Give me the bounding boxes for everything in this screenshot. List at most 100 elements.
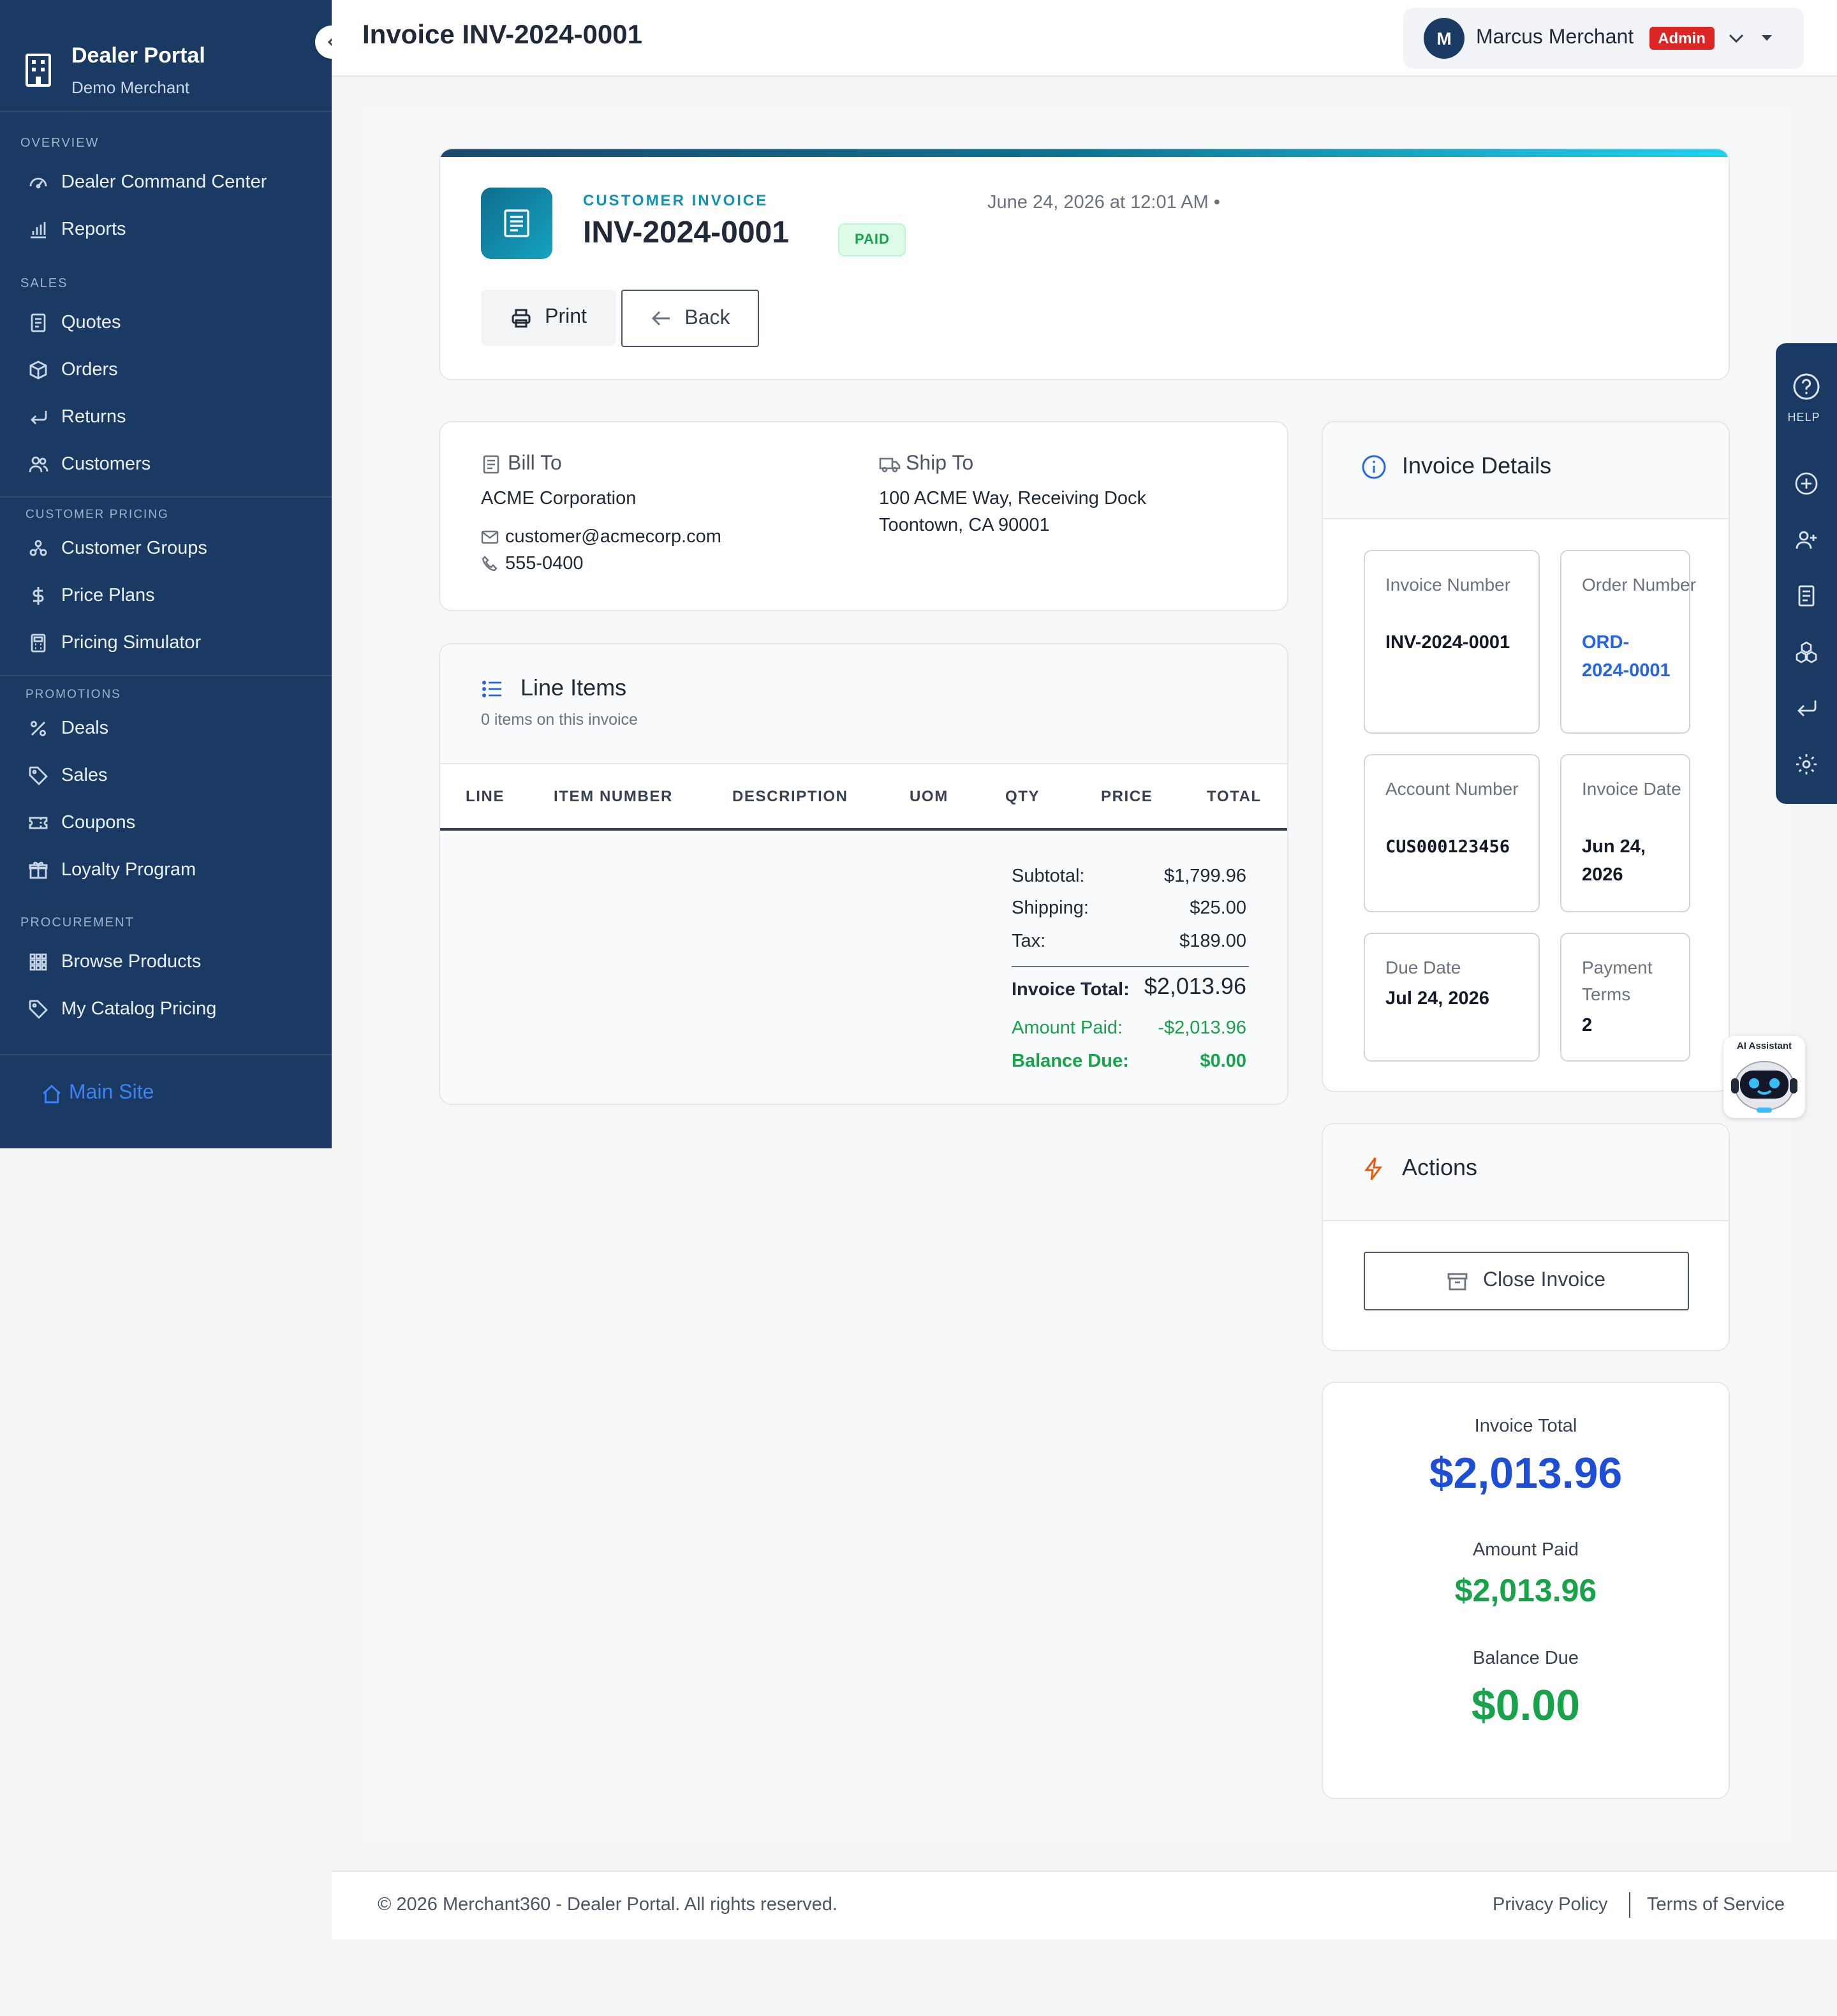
sidebar-item-reports[interactable]: Reports bbox=[28, 219, 126, 240]
invoice-total-value: $2,013.96 bbox=[1144, 974, 1246, 999]
help-label: HELP bbox=[1787, 411, 1820, 424]
sidebar-item-label: Returns bbox=[61, 407, 126, 427]
sidebar-item-deals[interactable]: Deals bbox=[28, 718, 108, 739]
privacy-policy-link[interactable]: Privacy Policy bbox=[1493, 1895, 1608, 1915]
sidebar-item-label: Browse Products bbox=[61, 952, 202, 972]
back-label: Back bbox=[684, 307, 730, 329]
invoice-summary-card: Invoice Total $2,013.96 Amount Paid $2,0… bbox=[1322, 1382, 1730, 1799]
subtotal-label: Subtotal: bbox=[1012, 866, 1085, 887]
brand-subtitle: Demo Merchant bbox=[71, 77, 189, 96]
sidebar-item-sales[interactable]: Sales bbox=[28, 766, 108, 786]
detail-value: Jun 24, 2026 bbox=[1582, 837, 1646, 885]
sidebar-item-label: Customers bbox=[61, 454, 151, 475]
sidebar-item-label: Customer Groups bbox=[61, 538, 207, 559]
line-items-title: Line Items bbox=[481, 675, 626, 702]
building-icon bbox=[23, 50, 54, 89]
close-invoice-button[interactable]: Close Invoice bbox=[1364, 1252, 1689, 1310]
topbar: Invoice INV-2024-0001 M Marcus Merchant … bbox=[332, 0, 1837, 77]
actions-title: Actions bbox=[1361, 1155, 1477, 1182]
gear-icon[interactable] bbox=[1795, 753, 1818, 776]
sidebar-item-label: Reports bbox=[61, 219, 126, 240]
nav-divider bbox=[0, 496, 332, 498]
truck-icon bbox=[879, 454, 901, 475]
summary-paid-value: $2,013.96 bbox=[1454, 1573, 1597, 1609]
accent-bar bbox=[440, 149, 1729, 157]
return-arrow-icon[interactable] bbox=[1795, 697, 1818, 720]
detail-value: INV-2024-0001 bbox=[1385, 633, 1510, 653]
sidebar-item-label: My Catalog Pricing bbox=[61, 999, 217, 1019]
subtotal-value: $1,799.96 bbox=[1163, 866, 1246, 887]
phone-icon bbox=[481, 555, 499, 573]
app-root: Dealer Portal Demo Merchant OVERVIEW Dea… bbox=[0, 0, 1837, 2016]
detail-label: Due Date bbox=[1385, 957, 1461, 977]
order-number-link[interactable]: ORD-2024-0001 bbox=[1582, 630, 1674, 685]
line-items-count: 0 items on this invoice bbox=[481, 711, 638, 729]
sidebar-item-coupons[interactable]: Coupons bbox=[28, 813, 135, 833]
plus-circle-icon[interactable] bbox=[1795, 472, 1818, 495]
ai-assistant-label: AI Assistant bbox=[1736, 1040, 1792, 1051]
page-title: Invoice INV-2024-0001 bbox=[362, 20, 642, 50]
line-items-card: Line Items 0 items on this invoice LINE … bbox=[439, 643, 1288, 1105]
ticket-icon bbox=[28, 813, 48, 833]
detail-value: 2 bbox=[1582, 1016, 1593, 1036]
column-header-item-number: ITEM NUMBER bbox=[554, 787, 673, 805]
envelope-icon bbox=[481, 528, 499, 546]
bill-to-company: ACME Corporation bbox=[481, 489, 637, 509]
avatar: M bbox=[1424, 18, 1464, 59]
boxes-icon[interactable] bbox=[1795, 641, 1818, 663]
nav-section-procurement: PROCUREMENT bbox=[20, 916, 135, 930]
help-rail: HELP bbox=[1776, 343, 1837, 804]
detail-label: Invoice Number bbox=[1385, 574, 1511, 595]
sidebar-item-catalog-pricing[interactable]: My Catalog Pricing bbox=[28, 999, 216, 1019]
percent-icon bbox=[28, 718, 48, 739]
nav-section-overview: OVERVIEW bbox=[20, 137, 100, 151]
terms-of-service-link[interactable]: Terms of Service bbox=[1647, 1895, 1785, 1915]
user-menu[interactable]: M Marcus Merchant Admin bbox=[1403, 8, 1804, 69]
column-header-qty: QTY bbox=[1005, 787, 1040, 805]
sidebar-item-command-center[interactable]: Dealer Command Center bbox=[28, 172, 267, 193]
print-button[interactable]: Print bbox=[481, 290, 616, 346]
amount-paid-label: Amount Paid: bbox=[1012, 1018, 1123, 1039]
detail-invoice-date: Invoice Date Jun 24, 2026 bbox=[1560, 754, 1690, 912]
sidebar-item-customer-groups[interactable]: Customer Groups bbox=[28, 538, 207, 559]
receipt-icon bbox=[481, 454, 501, 475]
tax-label: Tax: bbox=[1012, 931, 1046, 952]
brand: Dealer Portal Demo Merchant bbox=[0, 0, 332, 112]
sidebar-item-pricing-simulator[interactable]: Pricing Simulator bbox=[28, 633, 201, 653]
main-site-link[interactable]: Main Site bbox=[41, 1082, 154, 1105]
sidebar-item-orders[interactable]: Orders bbox=[28, 360, 118, 380]
add-user-icon[interactable] bbox=[1795, 528, 1818, 551]
detail-order-number: Order Number ORD-2024-0001 bbox=[1560, 550, 1696, 734]
document-icon bbox=[28, 313, 48, 333]
document-icon[interactable] bbox=[1795, 584, 1818, 607]
detail-label: Account Number bbox=[1385, 778, 1519, 799]
column-header-uom: UOM bbox=[910, 787, 948, 805]
print-label: Print bbox=[545, 306, 587, 328]
tag-icon bbox=[28, 766, 48, 786]
invoice-total-label: Invoice Total: bbox=[1012, 980, 1130, 1000]
invoice-header-card: CUSTOMER INVOICE INV-2024-0001 PAID June… bbox=[439, 148, 1730, 380]
sidebar-item-returns[interactable]: Returns bbox=[28, 407, 126, 427]
sidebar-item-label: Dealer Command Center bbox=[61, 172, 267, 193]
sidebar-item-quotes[interactable]: Quotes bbox=[28, 313, 121, 333]
invoice-details-card: Invoice Details Invoice Number INV-2024-… bbox=[1322, 421, 1730, 1092]
sidebar-item-price-plans[interactable]: Price Plans bbox=[28, 586, 155, 606]
sidebar-item-browse-products[interactable]: Browse Products bbox=[28, 952, 201, 972]
printer-icon bbox=[510, 307, 532, 329]
detail-invoice-number: Invoice Number INV-2024-0001 bbox=[1364, 550, 1540, 734]
address-card: Bill To ACME Corporation customer@acmeco… bbox=[439, 421, 1288, 611]
back-button[interactable]: Back bbox=[621, 290, 759, 347]
column-header-total: TOTAL bbox=[1207, 787, 1262, 805]
sidebar-item-loyalty[interactable]: Loyalty Program bbox=[28, 860, 196, 880]
tax-value: $189.00 bbox=[1179, 931, 1246, 952]
help-icon[interactable] bbox=[1792, 373, 1820, 401]
ai-assistant-button[interactable]: AI Assistant bbox=[1723, 1036, 1805, 1118]
arrow-left-icon bbox=[650, 308, 672, 329]
phone-value: 555-0400 bbox=[505, 554, 584, 574]
gift-icon bbox=[28, 860, 48, 880]
email-value: customer@acmecorp.com bbox=[505, 527, 721, 547]
sidebar-item-customers[interactable]: Customers bbox=[28, 454, 151, 475]
box-icon bbox=[28, 360, 48, 380]
invoice-eyebrow: CUSTOMER INVOICE bbox=[583, 191, 769, 209]
shipping-value: $25.00 bbox=[1190, 898, 1246, 919]
